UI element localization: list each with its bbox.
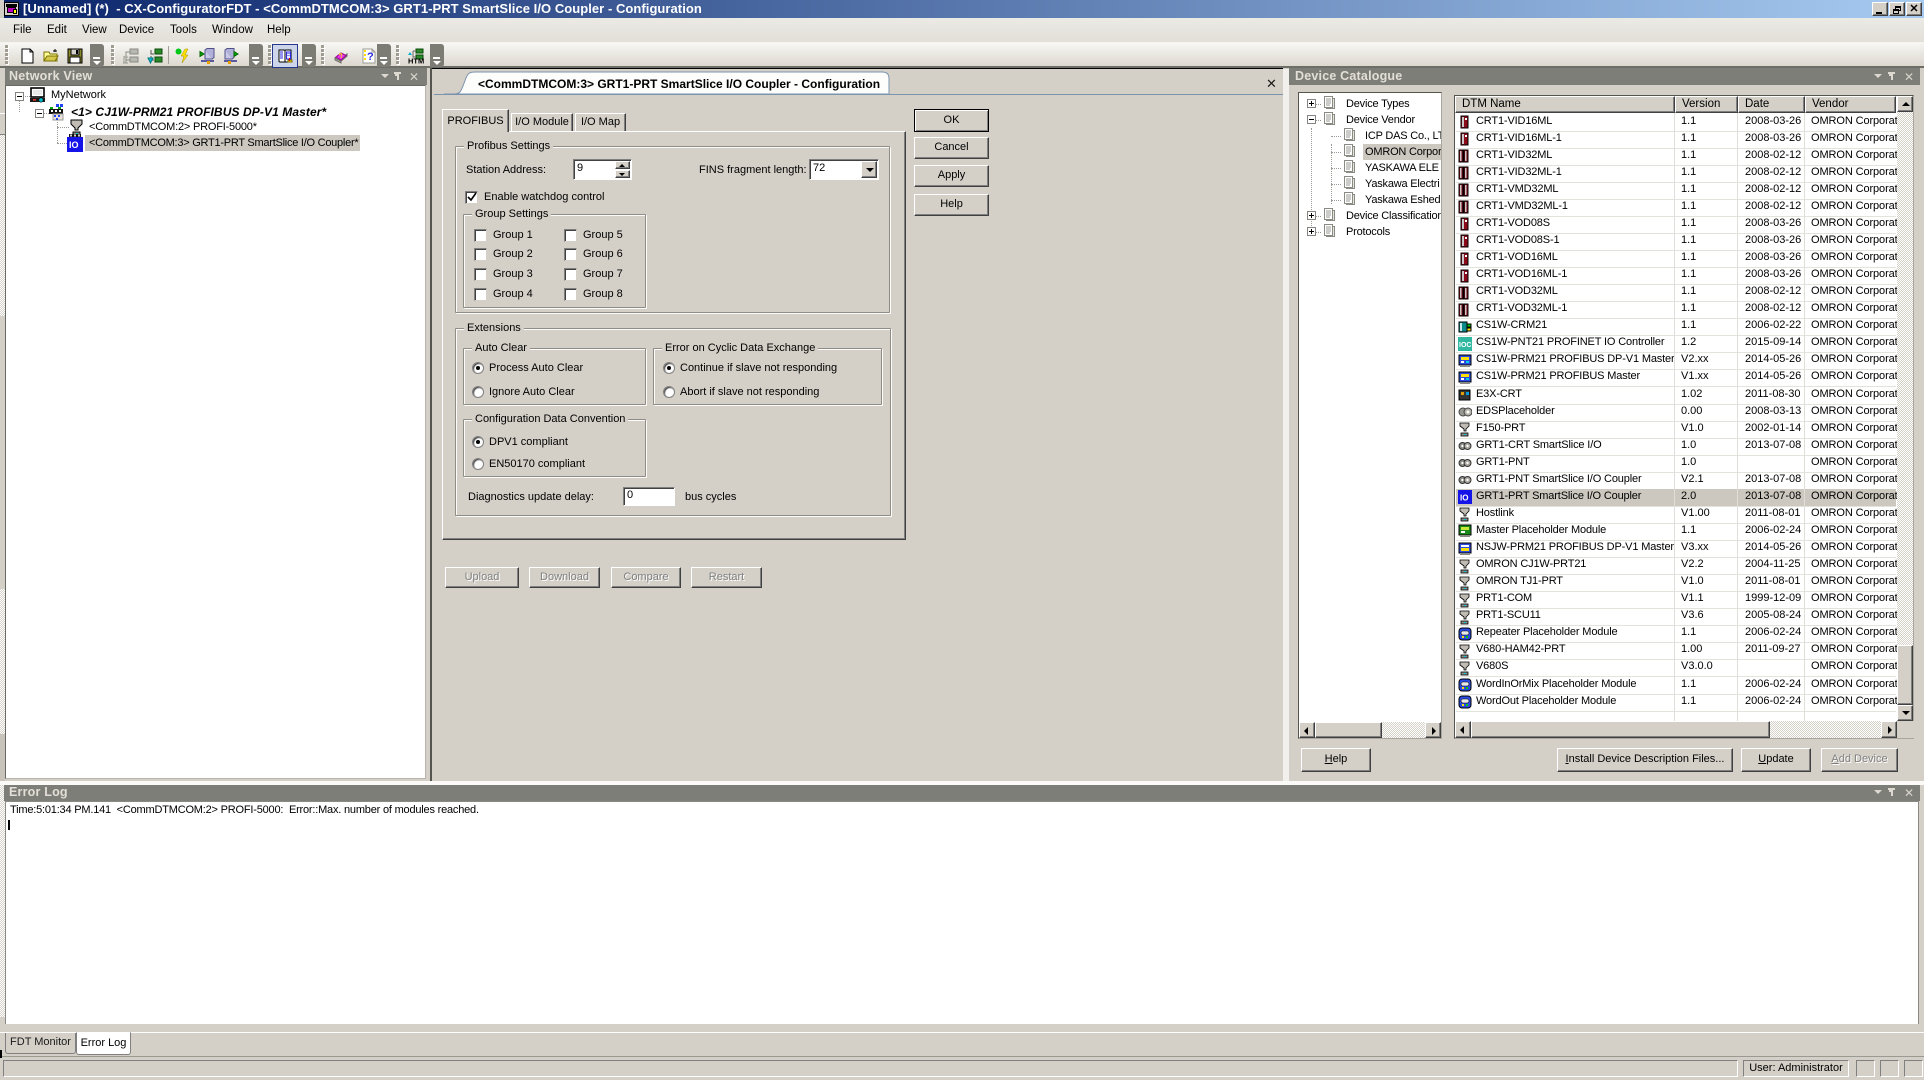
svg-text:HTML: HTML xyxy=(408,57,424,65)
svg-text:IO: IO xyxy=(69,140,79,150)
svg-text:?: ? xyxy=(338,52,344,60)
svg-text:IO: IO xyxy=(1460,494,1468,503)
svg-text:?: ? xyxy=(367,51,374,63)
svg-text:IOC: IOC xyxy=(1459,342,1471,349)
